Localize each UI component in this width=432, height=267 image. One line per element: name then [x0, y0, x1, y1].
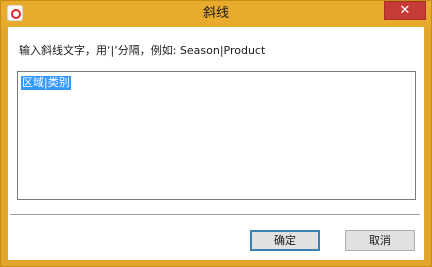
- window-title: 斜线: [202, 6, 229, 21]
- close-button[interactable]: ✕: [384, 1, 426, 20]
- title-bar[interactable]: 斜线 ✕: [1, 1, 431, 27]
- divider: [10, 214, 420, 215]
- prompt-label: 输入斜线文字，用‘|’分隔，例如: Season|Product: [19, 44, 266, 57]
- slash-text-input[interactable]: 区域|类别: [17, 71, 416, 200]
- slash-text-value[interactable]: 区域|类别: [21, 76, 71, 90]
- ok-button[interactable]: 确定: [250, 230, 320, 251]
- cancel-button[interactable]: 取消: [345, 230, 415, 251]
- dialog-window: 斜线 ✕ 输入斜线文字，用‘|’分隔，例如: Season|Product 区域…: [0, 0, 432, 267]
- dialog-body: 输入斜线文字，用‘|’分隔，例如: Season|Product 区域|类别 确…: [8, 27, 424, 260]
